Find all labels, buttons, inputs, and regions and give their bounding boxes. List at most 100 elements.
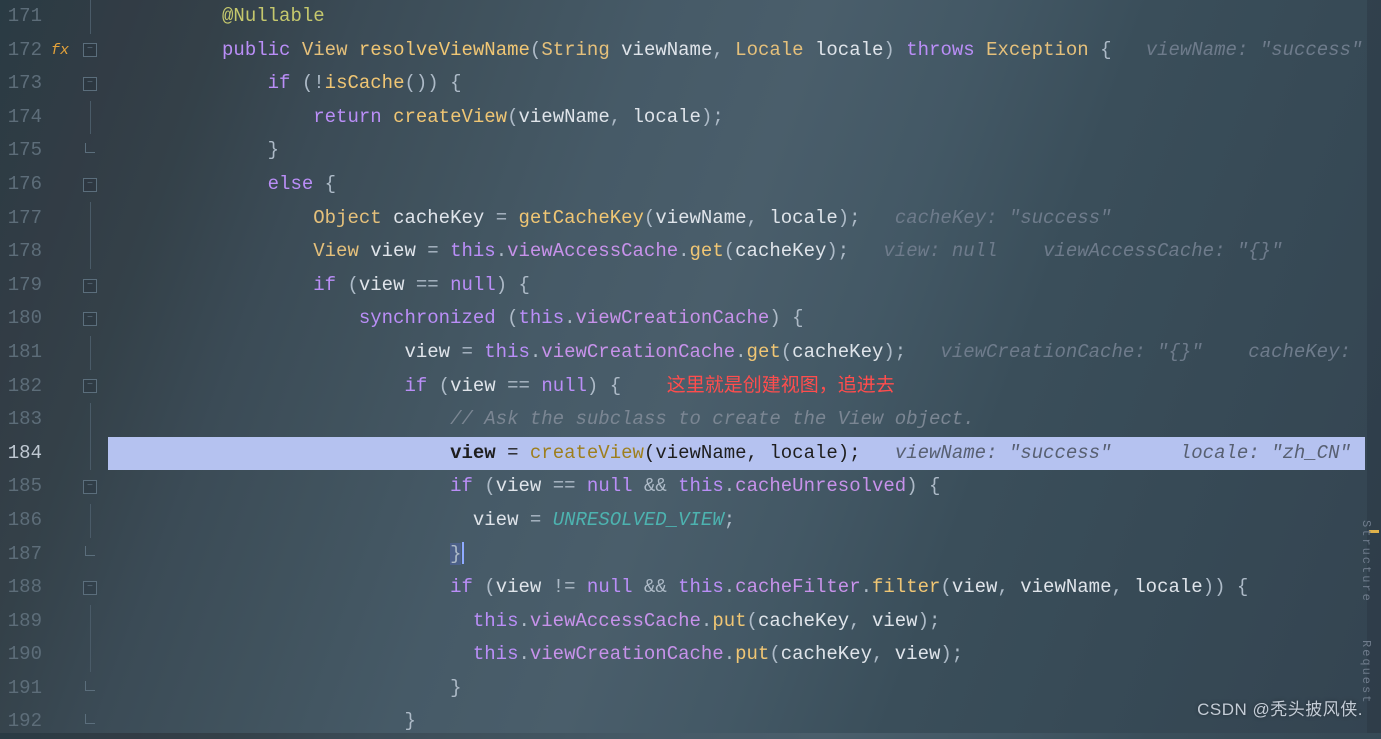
code-line[interactable]: 190 this.viewCreationCache.put(cacheKey,… <box>0 638 1381 672</box>
code-content[interactable]: if (view == null) { <box>108 269 1381 303</box>
fold-gutter[interactable] <box>72 437 108 471</box>
code-line[interactable]: 181 view = this.viewCreationCache.get(ca… <box>0 336 1381 370</box>
fold-gutter[interactable]: − <box>72 470 108 504</box>
fold-toggle-icon[interactable]: − <box>83 178 97 192</box>
code-line[interactable]: 180 − synchronized (this.viewCreationCach… <box>0 302 1381 336</box>
line-number[interactable]: 185 <box>0 470 48 504</box>
code-line[interactable]: 187 } <box>0 538 1381 572</box>
code-content[interactable]: else { <box>108 168 1381 202</box>
fold-gutter[interactable] <box>72 101 108 135</box>
code-content[interactable]: Object cacheKey = getCacheKey(viewName, … <box>108 202 1381 236</box>
line-number[interactable]: 187 <box>0 538 48 572</box>
fold-gutter[interactable] <box>72 0 108 34</box>
code-line[interactable]: 173 − if (!isCache()) { <box>0 67 1381 101</box>
code-line[interactable]: 185 − if (view == null && this.cacheUnres… <box>0 470 1381 504</box>
line-number[interactable]: 177 <box>0 202 48 236</box>
fold-toggle-icon[interactable]: − <box>83 43 97 57</box>
fold-toggle-icon[interactable]: − <box>83 312 97 326</box>
fold-gutter[interactable] <box>72 705 108 739</box>
line-number[interactable]: 192 <box>0 705 48 739</box>
line-number[interactable]: 176 <box>0 168 48 202</box>
code-line[interactable]: 189 this.viewAccessCache.put(cacheKey, v… <box>0 605 1381 639</box>
fold-gutter[interactable] <box>72 538 108 572</box>
fold-gutter[interactable] <box>72 134 108 168</box>
code-content[interactable]: } <box>108 705 1381 739</box>
tool-window-tab-request[interactable]: Request <box>1367 640 1381 704</box>
code-content[interactable]: this.viewCreationCache.put(cacheKey, vie… <box>108 638 1381 672</box>
code-content[interactable]: public View resolveViewName(String viewN… <box>108 34 1381 68</box>
code-line[interactable]: 184 view = createView(viewName, locale);… <box>0 437 1381 471</box>
code-content[interactable]: } <box>108 672 1381 706</box>
code-content[interactable]: synchronized (this.viewCreationCache) { <box>108 302 1381 336</box>
code-content[interactable]: if (view == null && this.cacheUnresolved… <box>108 470 1381 504</box>
line-number[interactable]: 174 <box>0 101 48 135</box>
line-number[interactable]: 188 <box>0 571 48 605</box>
line-number[interactable]: 183 <box>0 403 48 437</box>
fold-gutter[interactable]: − <box>72 269 108 303</box>
fold-gutter[interactable] <box>72 605 108 639</box>
line-number[interactable]: 184 <box>0 437 48 471</box>
fold-gutter[interactable] <box>72 235 108 269</box>
line-number[interactable]: 182 <box>0 370 48 404</box>
code-line[interactable]: 183 // Ask the subclass to create the Vi… <box>0 403 1381 437</box>
code-content[interactable]: } <box>108 134 1381 168</box>
code-line[interactable]: 174 return createView(viewName, locale); <box>0 101 1381 135</box>
code-line[interactable]: 186 view = UNRESOLVED_VIEW; <box>0 504 1381 538</box>
code-line[interactable]: 191 } <box>0 672 1381 706</box>
code-line[interactable]: 182 − if (view == null) { 这里就是创建视图，追进去 <box>0 370 1381 404</box>
code-line[interactable]: 178 View view = this.viewAccessCache.get… <box>0 235 1381 269</box>
code-content[interactable]: } <box>108 538 1381 572</box>
code-line[interactable]: 192 } <box>0 705 1381 739</box>
tool-window-tab-structure[interactable]: Structure <box>1367 520 1381 603</box>
fold-gutter[interactable]: − <box>72 571 108 605</box>
fold-gutter[interactable] <box>72 403 108 437</box>
line-number[interactable]: 191 <box>0 672 48 706</box>
code-editor[interactable]: 171 @Nullable172fx− public View resolveV… <box>0 0 1381 733</box>
scrollbar-track[interactable] <box>1367 0 1381 733</box>
fold-toggle-icon[interactable]: − <box>83 379 97 393</box>
code-content[interactable]: view = createView(viewName, locale); vie… <box>108 437 1381 471</box>
code-line[interactable]: 177 Object cacheKey = getCacheKey(viewNa… <box>0 202 1381 236</box>
code-line[interactable]: 176 − else { <box>0 168 1381 202</box>
code-content[interactable]: if (view == null) { 这里就是创建视图，追进去 <box>108 370 1381 404</box>
fold-gutter[interactable] <box>72 504 108 538</box>
line-number[interactable]: 179 <box>0 269 48 303</box>
line-number[interactable]: 181 <box>0 336 48 370</box>
fold-toggle-icon[interactable]: − <box>83 581 97 595</box>
fold-gutter[interactable]: − <box>72 370 108 404</box>
fold-toggle-icon[interactable]: − <box>83 279 97 293</box>
code-content[interactable]: @Nullable <box>108 0 1381 34</box>
fold-gutter[interactable] <box>72 336 108 370</box>
fold-gutter[interactable]: − <box>72 302 108 336</box>
code-content[interactable]: View view = this.viewAccessCache.get(cac… <box>108 235 1381 269</box>
code-content[interactable]: if (!isCache()) { <box>108 67 1381 101</box>
code-content[interactable]: if (view != null && this.cacheFilter.fil… <box>108 571 1381 605</box>
fold-toggle-icon[interactable]: − <box>83 480 97 494</box>
fold-toggle-icon[interactable]: − <box>83 77 97 91</box>
code-content[interactable]: // Ask the subclass to create the View o… <box>108 403 1381 437</box>
line-number[interactable]: 171 <box>0 0 48 34</box>
code-content[interactable]: this.viewAccessCache.put(cacheKey, view)… <box>108 605 1381 639</box>
code-line[interactable]: 175 } <box>0 134 1381 168</box>
override-method-icon[interactable]: fx <box>51 34 69 68</box>
line-number[interactable]: 173 <box>0 67 48 101</box>
fold-gutter[interactable]: − <box>72 168 108 202</box>
line-number[interactable]: 178 <box>0 235 48 269</box>
code-content[interactable]: view = UNRESOLVED_VIEW; <box>108 504 1381 538</box>
fold-gutter[interactable]: − <box>72 67 108 101</box>
line-number[interactable]: 189 <box>0 605 48 639</box>
code-content[interactable]: return createView(viewName, locale); <box>108 101 1381 135</box>
code-line[interactable]: 171 @Nullable <box>0 0 1381 34</box>
line-number[interactable]: 186 <box>0 504 48 538</box>
code-line[interactable]: 179 − if (view == null) { <box>0 269 1381 303</box>
fold-gutter[interactable]: − <box>72 34 108 68</box>
fold-gutter[interactable] <box>72 638 108 672</box>
fold-gutter[interactable] <box>72 202 108 236</box>
fold-gutter[interactable] <box>72 672 108 706</box>
line-number[interactable]: 175 <box>0 134 48 168</box>
line-number[interactable]: 190 <box>0 638 48 672</box>
code-line[interactable]: 188 − if (view != null && this.cacheFilte… <box>0 571 1381 605</box>
code-content[interactable]: view = this.viewCreationCache.get(cacheK… <box>108 336 1381 370</box>
code-line[interactable]: 172fx− public View resolveViewName(Strin… <box>0 34 1381 68</box>
line-number[interactable]: 180 <box>0 302 48 336</box>
